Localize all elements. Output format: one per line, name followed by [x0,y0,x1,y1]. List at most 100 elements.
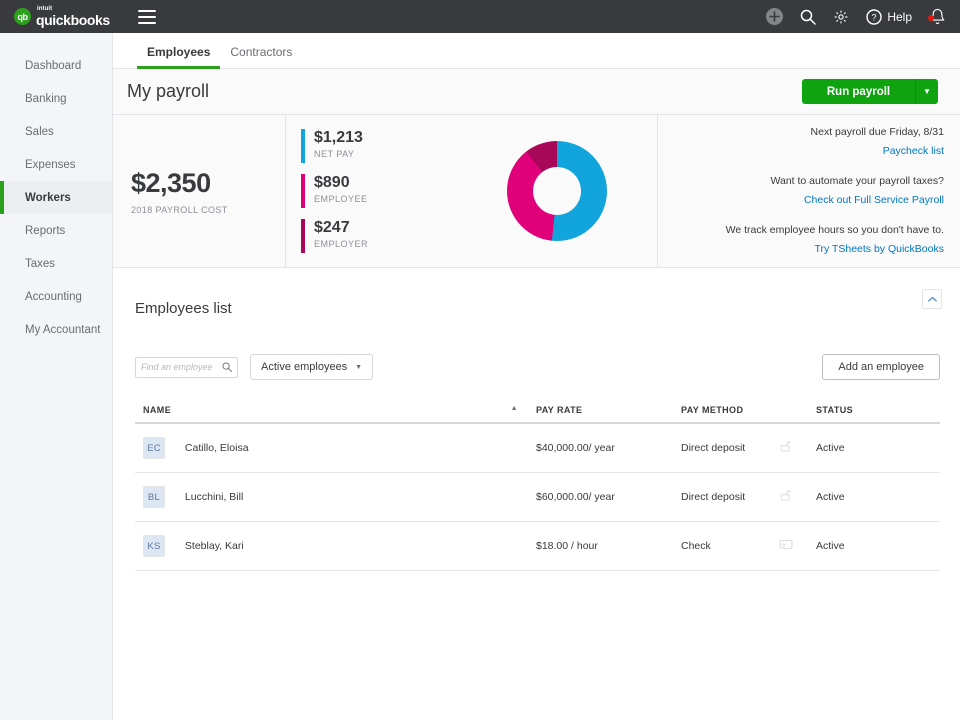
check-icon [779,539,793,553]
table-row[interactable]: BL Lucchini, Bill $60,000.00/ year Direc… [135,473,940,522]
payroll-donut-chart [457,115,657,267]
column-label: NAME [143,405,171,415]
main-content: Employees Contractors My payroll Run pay… [113,33,960,720]
notifications-bell-icon[interactable] [929,8,946,25]
help-button[interactable]: ? Help [866,9,912,25]
filter-selected-label: Active employees [261,361,347,373]
qb-mark-icon: qb [14,8,31,25]
sidebar-item-accounting[interactable]: Accounting [0,280,112,313]
sidebar-item-expenses[interactable]: Expenses [0,148,112,181]
search-icon [222,362,232,372]
sidebar-item-taxes[interactable]: Taxes [0,247,112,280]
sidebar-item-my-accountant[interactable]: My Accountant [0,313,112,346]
employees-list-section: Employees list Find an employee Active e… [113,300,960,571]
avatar: EC [143,437,165,459]
legend-amount: $247 [314,219,368,237]
page-header: My payroll Run payroll ▼ [113,69,960,115]
sidebar-item-label: Taxes [25,258,55,270]
legend-item-employer: $247 EMPLOYER [301,219,457,253]
add-icon[interactable] [766,8,783,25]
payroll-cost-value: $2,350 [131,168,285,199]
automate-taxes-text: Want to automate your payroll taxes? [770,173,944,190]
legend-color-swatch [301,129,305,163]
sidebar-item-dashboard[interactable]: Dashboard [0,49,112,82]
pay-method-label: Direct deposit [681,442,745,454]
sidebar-item-label: My Accountant [25,324,100,336]
sidebar-item-label: Workers [25,192,71,204]
employees-list-title: Employees list [135,300,940,317]
notification-badge-dot [928,15,934,21]
legend-label: NET PAY [314,149,363,159]
list-controls: Find an employee Active employees ▼ Add … [135,354,940,380]
payroll-legend: $1,213 NET PAY $890 EMPLOYEE $247 EMPLOY… [285,115,457,267]
search-placeholder: Find an employee [141,362,222,372]
help-label: Help [887,10,912,24]
column-header-pay-rate[interactable]: PAY RATE [528,398,673,423]
employee-name[interactable]: Lucchini, Bill [185,491,243,503]
search-input[interactable]: Find an employee [135,357,238,378]
search-icon[interactable] [800,9,816,25]
employees-table: NAME ▲ PAY RATE PAY METHOD STATUS EC Cat… [135,398,940,571]
chevron-up-icon[interactable] [922,289,942,309]
employee-name-cell: EC Catillo, Eloisa [135,423,528,473]
direct-deposit-icon [780,489,793,505]
sidebar-item-banking[interactable]: Banking [0,82,112,115]
page-title: My payroll [127,81,209,102]
pay-method-label: Check [681,540,711,552]
legend-color-swatch [301,219,305,253]
top-navigation-bar: qb intuit quickbooks ? Help [0,0,960,33]
gear-icon[interactable] [833,9,849,25]
sidebar-item-sales[interactable]: Sales [0,115,112,148]
next-payroll-due-text: Next payroll due Friday, 8/31 [811,124,944,141]
add-employee-label: Add an employee [838,361,924,373]
table-header-row: NAME ▲ PAY RATE PAY METHOD STATUS [135,398,940,423]
legend-item-employee: $890 EMPLOYEE [301,174,457,208]
sidebar-item-label: Banking [25,93,67,105]
legend-label: EMPLOYER [314,239,368,249]
employees-table-body: EC Catillo, Eloisa $40,000.00/ year Dire… [135,423,940,571]
run-payroll-button[interactable]: Run payroll [802,79,916,104]
employee-name-cell: BL Lucchini, Bill [135,473,528,522]
legend-item-net-pay: $1,213 NET PAY [301,129,457,163]
sort-ascending-icon: ▲ [511,405,518,412]
payroll-cost-block: $2,350 2018 PAYROLL COST [113,115,285,267]
sidebar-item-reports[interactable]: Reports [0,214,112,247]
hamburger-menu-icon[interactable] [138,10,156,24]
direct-deposit-icon [780,440,793,456]
pay-method-cell: Direct deposit [673,473,808,522]
tsheets-link[interactable]: Try TSheets by QuickBooks [814,241,944,258]
column-header-name[interactable]: NAME ▲ [135,398,528,423]
status-cell: Active [808,522,940,571]
track-hours-text: We track employee hours so you don't hav… [726,222,944,239]
employee-status-filter-select[interactable]: Active employees ▼ [250,354,373,380]
tab-employees[interactable]: Employees [137,45,220,68]
run-payroll-dropdown-caret-icon[interactable]: ▼ [916,79,938,104]
svg-text:?: ? [872,12,877,22]
table-row[interactable]: KS Steblay, Kari $18.00 / hour Check Act… [135,522,940,571]
legend-amount: $1,213 [314,129,363,147]
tab-label: Contractors [230,45,292,59]
tab-contractors[interactable]: Contractors [220,45,302,68]
payroll-cost-label: 2018 PAYROLL COST [131,205,285,215]
table-row[interactable]: EC Catillo, Eloisa $40,000.00/ year Dire… [135,423,940,473]
add-an-employee-button[interactable]: Add an employee [822,354,940,380]
pay-rate-cell: $60,000.00/ year [528,473,673,522]
full-service-payroll-link[interactable]: Check out Full Service Payroll [804,192,944,209]
worker-type-tabs: Employees Contractors [113,33,960,69]
column-header-status[interactable]: STATUS [808,398,940,423]
payroll-info-panel: Next payroll due Friday, 8/31 Paycheck l… [657,115,960,267]
pay-method-cell: Direct deposit [673,423,808,473]
run-payroll-button-group[interactable]: Run payroll ▼ [802,79,938,104]
donut-chart-ring [507,141,607,241]
quickbooks-logo[interactable]: qb intuit quickbooks [14,6,110,27]
paycheck-list-link[interactable]: Paycheck list [883,143,944,160]
legend-label: EMPLOYEE [314,194,368,204]
employee-name[interactable]: Catillo, Eloisa [185,442,249,454]
sidebar-item-label: Expenses [25,159,76,171]
employee-name[interactable]: Steblay, Kari [185,540,244,552]
sidebar-item-workers[interactable]: Workers [0,181,112,214]
sidebar-item-label: Reports [25,225,65,237]
status-cell: Active [808,423,940,473]
column-header-pay-method[interactable]: PAY METHOD [673,398,808,423]
quickbooks-wordmark: quickbooks [36,13,110,27]
